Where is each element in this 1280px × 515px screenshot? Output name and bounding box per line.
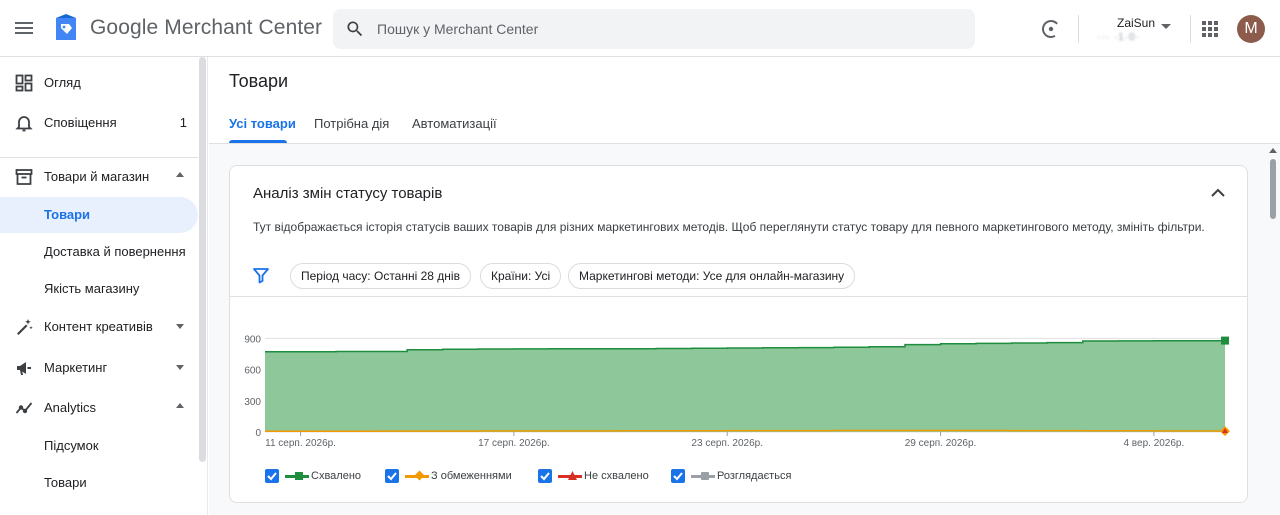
sidebar-item-summary[interactable]: Підсумок: [0, 428, 198, 464]
account-name: ZaiSun: [1117, 16, 1156, 30]
chevron-down-icon: [1161, 24, 1171, 29]
scrollbar-thumb[interactable]: [1270, 159, 1276, 219]
dashboard-icon: [15, 74, 33, 92]
x-tick-label: 29 серп. 2026р.: [905, 438, 977, 449]
series-area-approved: [265, 340, 1225, 432]
store-icon: [15, 168, 33, 186]
legend-label: Не схвалено: [584, 470, 649, 482]
analytics-icon: [15, 399, 33, 417]
chart-legend: Схвалено З обмеженнями Не схвалено Розгл…: [230, 463, 1247, 493]
sidebar-item-label: Контент креативів: [44, 319, 153, 334]
sidebar-item-label: Сповіщення: [44, 115, 117, 130]
y-tick-label: 600: [244, 366, 261, 377]
main-content: Товари Усі товари Потрібна дія Автоматиз…: [209, 57, 1280, 515]
checkbox-checked-icon[interactable]: [538, 469, 552, 483]
card-description: Тут відображається історія статусів ваши…: [253, 220, 1205, 234]
sidebar-item-label: Підсумок: [44, 438, 99, 453]
menu-icon[interactable]: [12, 16, 36, 40]
avatar[interactable]: M: [1237, 15, 1265, 43]
sidebar-item-products-and-store[interactable]: Товари й магазин: [0, 159, 198, 195]
active-tab-indicator: [229, 140, 287, 143]
y-tick-label: 0: [255, 428, 261, 439]
chevron-down-icon: [176, 365, 184, 370]
sidebar-item-marketing[interactable]: Маркетинг: [0, 350, 198, 386]
sidebar-item-analytics-products[interactable]: Товари: [0, 465, 198, 501]
marker-approved: [1221, 336, 1229, 345]
sidebar-item-products[interactable]: Товари: [0, 197, 198, 233]
filter-chip-time-period[interactable]: Період часу: Останні 28 днів: [290, 263, 471, 289]
x-tick-label: 4 вер. 2026р.: [1123, 438, 1184, 449]
legend-label: Розглядається: [717, 470, 792, 482]
magic-wand-icon: [15, 318, 33, 336]
sidebar-item-label: Якість магазину: [44, 281, 140, 296]
y-tick-label: 300: [244, 397, 261, 408]
sidebar-scrollbar[interactable]: [199, 57, 206, 462]
apps-grid-icon[interactable]: [1201, 20, 1219, 38]
help-icon[interactable]: [1039, 17, 1063, 41]
tab-all-products[interactable]: Усі товари: [229, 116, 296, 131]
filter-chip-marketing-methods[interactable]: Маркетингові методи: Усе для онлайн-мага…: [568, 263, 856, 289]
sidebar: Огляд Сповіщення 1 Товари й магазин Това…: [0, 57, 208, 515]
status-chart[interactable]: 0 300 600 900 11 серп. 2026р. 17 серп. 2026р.…: [230, 298, 1247, 463]
merchant-center-logo[interactable]: [54, 14, 78, 42]
tab-action-needed[interactable]: Потрібна дія: [314, 116, 389, 131]
checkbox-checked-icon[interactable]: [385, 469, 399, 483]
page-title: Товари: [229, 71, 289, 91]
status-changes-card: Аналіз змін статусу товарів Тут відображ…: [229, 165, 1248, 503]
x-tick-label: 17 серп. 2026р.: [478, 438, 550, 449]
filter-icon[interactable]: [252, 266, 270, 284]
divider: [0, 157, 198, 158]
sidebar-item-label: Доставка й повернення: [44, 244, 186, 259]
legend-label: З обмеженнями: [431, 470, 512, 482]
legend-swatch-icon: [691, 470, 715, 482]
series-line-limited: [265, 429, 1226, 432]
divider: [1190, 15, 1191, 43]
x-tick-label: 23 серп. 2026р.: [691, 438, 763, 449]
chevron-up-icon[interactable]: [1209, 184, 1227, 202]
tab-automations[interactable]: Автоматизації: [412, 116, 497, 131]
legend-swatch-icon: [405, 470, 429, 482]
sidebar-item-notifications[interactable]: Сповіщення 1: [0, 105, 198, 141]
main-scrollbar[interactable]: [1269, 145, 1277, 515]
legend-label: Схвалено: [311, 470, 362, 482]
chevron-down-icon: [176, 324, 184, 329]
legend-swatch-icon: [285, 470, 309, 482]
top-bar: Google Merchant Center ZaiSun ··· ·1·0· …: [0, 0, 1280, 57]
scroll-up-icon[interactable]: [1269, 148, 1277, 153]
sidebar-item-label: Analytics: [44, 400, 97, 415]
megaphone-icon: [15, 359, 33, 377]
x-tick-label: 11 серп. 2026р.: [265, 438, 336, 449]
sidebar-item-store-quality[interactable]: Якість магазину: [0, 271, 198, 307]
page-header: Товари Усі товари Потрібна дія Автоматиз…: [209, 57, 1280, 144]
sidebar-item-shipping-returns[interactable]: Доставка й повернення: [0, 234, 198, 270]
legend-swatch-icon: [558, 470, 582, 482]
sidebar-item-overview[interactable]: Огляд: [0, 65, 198, 101]
divider: [1078, 15, 1079, 43]
sidebar-item-label: Товари й магазин: [44, 169, 150, 184]
account-id: ··· ·1·0·: [1097, 32, 1140, 43]
chevron-up-icon: [176, 172, 184, 177]
checkbox-checked-icon[interactable]: [265, 469, 279, 483]
sidebar-item-analytics[interactable]: Analytics: [0, 390, 198, 426]
product-name[interactable]: Google Merchant Center: [90, 16, 322, 40]
card-title: Аналіз змін статусу товарів: [253, 185, 443, 202]
sidebar-item-creative-content[interactable]: Контент креативів: [0, 309, 198, 345]
search-bar[interactable]: [333, 9, 975, 49]
sidebar-item-label: Маркетинг: [44, 360, 108, 375]
bell-icon: [15, 114, 33, 132]
search-input[interactable]: [377, 9, 957, 49]
account-switcher[interactable]: ZaiSun ··· ·1·0·: [1091, 8, 1181, 50]
chevron-up-icon: [176, 403, 184, 408]
sidebar-item-label: Огляд: [44, 75, 81, 90]
y-tick-label: 900: [244, 334, 261, 345]
search-icon: [345, 19, 365, 39]
checkbox-checked-icon[interactable]: [671, 469, 685, 483]
filter-chip-countries[interactable]: Країни: Усі: [480, 263, 562, 289]
sidebar-item-label: Товари: [44, 475, 87, 490]
divider: [230, 296, 1247, 297]
notification-count: 1: [179, 115, 187, 130]
sidebar-item-label: Товари: [44, 207, 91, 222]
